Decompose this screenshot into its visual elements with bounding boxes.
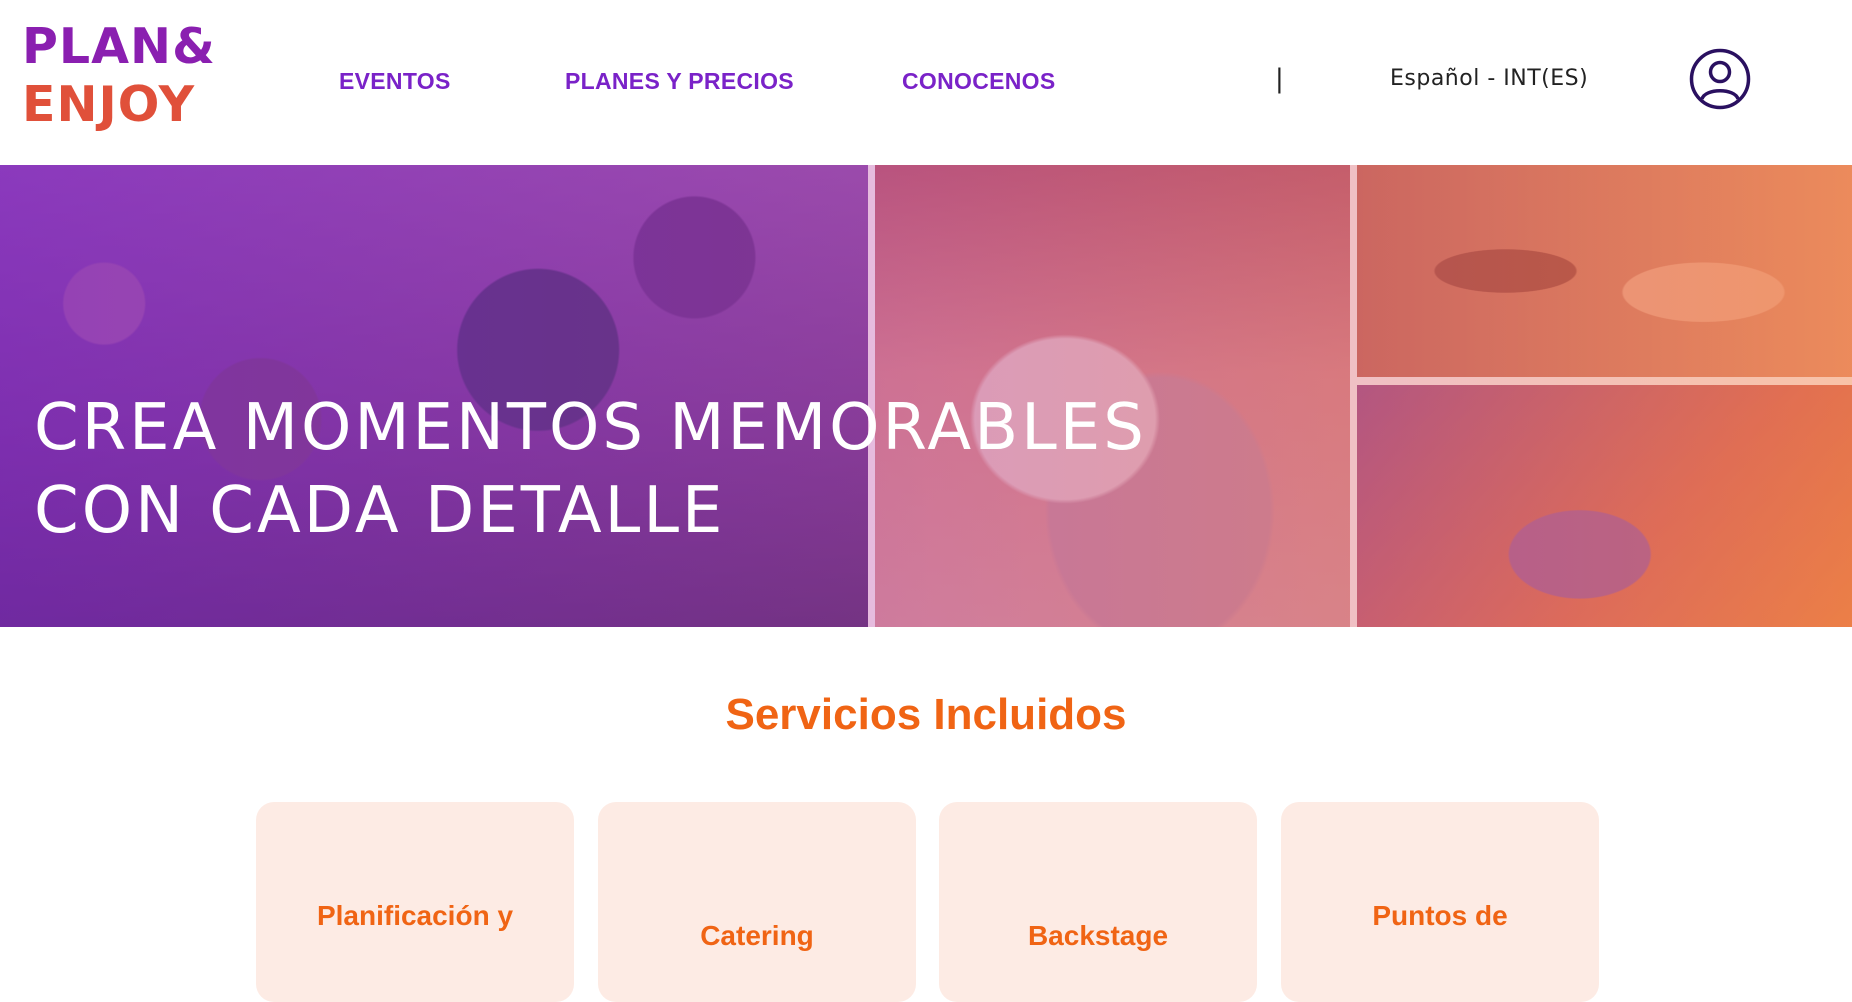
service-card-label: Backstage (1027, 920, 1169, 951)
services-title: Servicios Incluidos (725, 690, 1127, 739)
service-card-backstage[interactable]: Backstage (939, 802, 1257, 1002)
logo-line-1: PLAN& (22, 18, 216, 75)
nav-link-conocenos[interactable]: CONOCENOS (902, 68, 1056, 95)
service-card-label: Planificación y (316, 900, 514, 931)
service-card-label: Catering (700, 920, 814, 951)
brand-logo[interactable]: PLAN& ENJOY (22, 18, 216, 134)
service-card-puntos[interactable]: Puntos de (1281, 802, 1599, 1002)
service-card-label: Puntos de (1372, 900, 1508, 931)
nav-link-eventos[interactable]: EVENTOS (339, 68, 451, 95)
hero-headline-line-1: CREA MOMENTOS MEMORABLES (34, 391, 1147, 465)
service-card-planificacion[interactable]: Planificación y (256, 802, 574, 1002)
site-header: PLAN& ENJOY EVENTOS PLANES Y PRECIOS CON… (0, 0, 1852, 165)
hero-headline: CREA MOMENTOS MEMORABLES CON CADA DETALL… (34, 387, 1147, 553)
user-account-icon (1689, 48, 1751, 110)
logo-line-2: ENJOY (22, 76, 196, 133)
hero-banner: CREA MOMENTOS MEMORABLES CON CADA DETALL… (0, 165, 1852, 627)
service-card-catering[interactable]: Catering (598, 802, 916, 1002)
account-button[interactable] (1689, 48, 1751, 110)
nav-separator: | (1275, 64, 1284, 94)
language-selector[interactable]: Español - INT(ES) (1390, 66, 1588, 91)
nav-link-planes-y-precios[interactable]: PLANES Y PRECIOS (565, 68, 794, 95)
hero-headline-line-2: CON CADA DETALLE (34, 474, 726, 548)
